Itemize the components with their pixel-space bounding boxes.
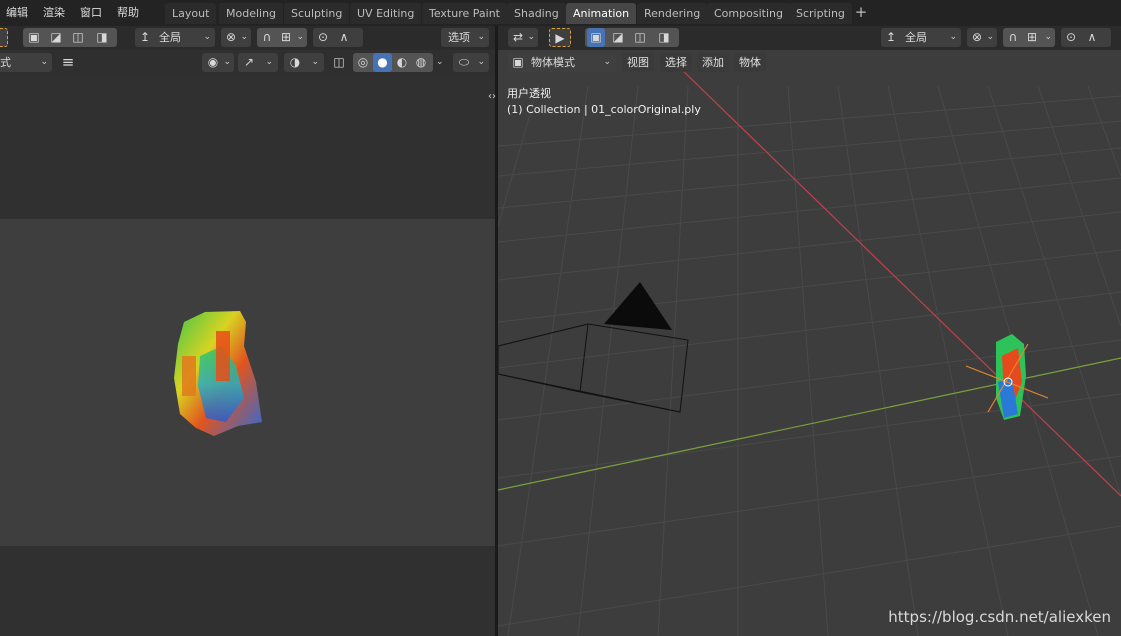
- right-view-header: ▣ 物体模式 ⌄ 视图 选择 添加 物体: [498, 51, 1121, 75]
- tab-scripting[interactable]: Scripting: [789, 3, 852, 24]
- snap-increment-icon[interactable]: ⊞: [1023, 28, 1041, 47]
- tab-uv-editing[interactable]: UV Editing: [350, 3, 422, 24]
- point-cloud-red-strip: [216, 331, 230, 381]
- left-viewport-editor[interactable]: ▣ ◪ ◫ ◨ ↥ 全局 ⌄ ⊗ ⌄ ∩ ⊞ ⌄ ⊙ ∧ 选项 ⌄ 式 ⌄ ≡ …: [0, 26, 495, 636]
- top-bar: 编辑 渲染 窗口 帮助 Layout Modeling Sculpting UV…: [0, 0, 1121, 26]
- select-intersect-icon[interactable]: ◨: [655, 28, 673, 47]
- collection-info: (1) Collection | 01_colorOriginal.ply: [507, 103, 701, 116]
- orientation-icon: ↥: [885, 30, 897, 44]
- object-mode-dropdown[interactable]: ▣ 物体模式 ⌄: [508, 53, 616, 72]
- menu-help[interactable]: 帮助: [117, 4, 139, 20]
- left-point-cloud: [174, 311, 262, 436]
- selection-mode-group: ▣ ◪ ◫ ◨: [585, 28, 679, 47]
- transform-tool-icon: ⇄: [512, 30, 524, 44]
- pivot-point-dropdown[interactable]: ⊗ ⌄: [967, 28, 997, 47]
- chevron-down-icon: ⌄: [527, 32, 535, 42]
- area-split-icon[interactable]: ‹›: [488, 91, 496, 102]
- menu-window[interactable]: 窗口: [80, 4, 102, 20]
- tab-sculpting[interactable]: Sculpting: [284, 3, 350, 24]
- menu-edit[interactable]: 编辑: [6, 4, 28, 20]
- orientation-label: 全局: [905, 31, 927, 44]
- viewport-grid: [498, 65, 1121, 636]
- tab-animation[interactable]: Animation: [566, 3, 637, 24]
- x-axis-line: [677, 65, 1121, 497]
- menu-object[interactable]: 物体: [734, 53, 766, 72]
- menu-add[interactable]: 添加: [697, 53, 729, 72]
- cursor-icon: ▶: [555, 31, 565, 45]
- right-tool-header: ⇄ ⌄ ▶ ▣ ◪ ◫ ◨ ↥ 全局 ⌄ ⊗ ⌄ ∩ ⊞ ⌄ ⊙ ∧: [498, 26, 1121, 50]
- point-cloud-orange-strip: [182, 356, 196, 396]
- chevron-down-icon: ⌄: [949, 32, 957, 42]
- tab-shading[interactable]: Shading: [507, 3, 566, 24]
- tab-modeling[interactable]: Modeling: [219, 3, 284, 24]
- select-tool-icon[interactable]: ▶: [549, 28, 571, 47]
- tab-texture-paint[interactable]: Texture Paint: [422, 3, 507, 24]
- falloff-icon[interactable]: ∧: [1083, 28, 1101, 47]
- tab-rendering[interactable]: Rendering: [637, 3, 708, 24]
- proportional-editing-group: ⊙ ∧: [1061, 28, 1111, 47]
- snap-magnet-icon[interactable]: ∩: [1004, 28, 1022, 47]
- tab-layout[interactable]: Layout: [165, 3, 217, 24]
- right-viewport-editor[interactable]: ⇄ ⌄ ▶ ▣ ◪ ◫ ◨ ↥ 全局 ⌄ ⊗ ⌄ ∩ ⊞ ⌄ ⊙ ∧ ▣ 物体模…: [498, 26, 1121, 636]
- tab-compositing[interactable]: Compositing: [707, 3, 790, 24]
- chevron-down-icon: ⌄: [1044, 32, 1052, 42]
- transform-orientation-dropdown[interactable]: ↥ 全局 ⌄: [881, 28, 961, 47]
- object-mode-icon: ▣: [512, 55, 524, 69]
- select-new-icon[interactable]: ▣: [587, 28, 605, 47]
- proportional-edit-icon[interactable]: ⊙: [1062, 28, 1080, 47]
- add-workspace-button[interactable]: +: [853, 3, 869, 23]
- menu-select[interactable]: 选择: [660, 53, 692, 72]
- select-subtract-icon[interactable]: ◫: [631, 28, 649, 47]
- snapping-group: ∩ ⊞ ⌄: [1003, 28, 1055, 47]
- view-name: 用户透视: [507, 87, 551, 100]
- watermark: https://blog.csdn.net/aliexken: [888, 608, 1111, 626]
- chevron-down-icon: ⌄: [603, 57, 611, 67]
- chevron-down-icon: ⌄: [986, 32, 994, 42]
- grid-lines: [498, 85, 1121, 636]
- object-mode-label: 物体模式: [531, 56, 575, 69]
- tool-settings-dropdown[interactable]: ⇄ ⌄: [508, 28, 538, 47]
- menu-render[interactable]: 渲染: [43, 4, 65, 20]
- point-cloud-object[interactable]: [965, 334, 1049, 420]
- select-extend-icon[interactable]: ◪: [609, 28, 627, 47]
- menu-view[interactable]: 视图: [622, 53, 654, 72]
- pivot-icon: ⊗: [971, 30, 983, 44]
